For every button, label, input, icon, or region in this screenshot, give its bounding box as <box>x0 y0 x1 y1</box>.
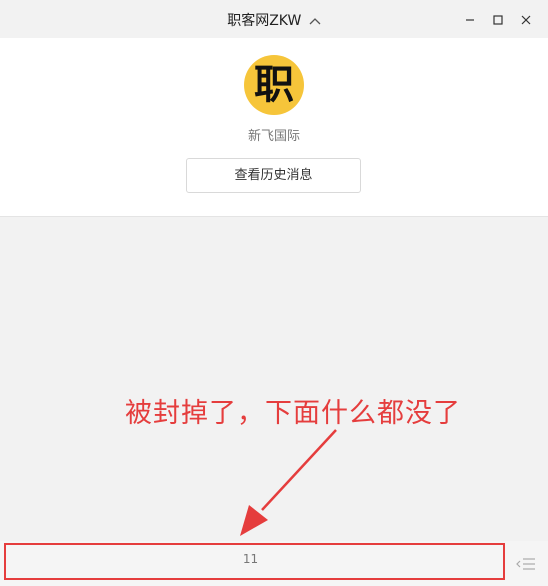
menu-list-icon[interactable] <box>515 557 537 571</box>
bottom-menu-item[interactable]: 11 <box>0 552 501 566</box>
annotation-arrow <box>240 429 337 536</box>
